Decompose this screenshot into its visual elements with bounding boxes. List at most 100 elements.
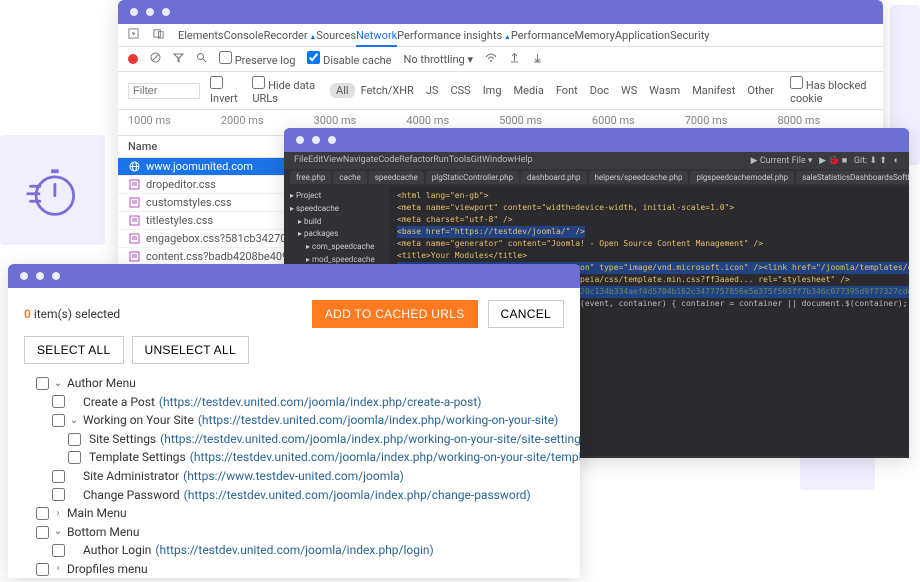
ide-menu-file[interactable]: File <box>294 155 308 165</box>
ide-menu-run[interactable]: Run <box>433 155 448 165</box>
node-checkbox[interactable] <box>52 470 65 483</box>
add-to-cached-button[interactable]: ADD TO CACHED URLS <box>312 300 478 328</box>
menu-node[interactable]: Template Settings (https://testdev.unite… <box>36 448 564 467</box>
filter-icon[interactable] <box>173 52 184 66</box>
filter-type-media[interactable]: Media <box>508 83 550 98</box>
tree-item[interactable]: ▸ build <box>290 216 383 229</box>
devtools-tab-sources[interactable]: Sources <box>316 26 356 45</box>
wifi-icon[interactable] <box>485 52 497 66</box>
menu-node[interactable]: Site Administrator (https://www.testdev-… <box>36 467 564 486</box>
disable-cache-checkbox[interactable]: Disable cache <box>307 51 391 67</box>
node-checkbox[interactable] <box>68 451 81 464</box>
window-dot[interactable] <box>328 136 336 144</box>
node-checkbox[interactable] <box>52 395 65 408</box>
ide-menu-navigate[interactable]: Navigate <box>343 155 378 165</box>
devtools-tab-application[interactable]: Application <box>615 26 670 45</box>
filter-type-wasm[interactable]: Wasm <box>643 83 686 98</box>
ide-menu-tools[interactable]: Tools <box>449 155 471 165</box>
record-icon[interactable] <box>128 54 138 64</box>
window-dot[interactable] <box>312 136 320 144</box>
filter-type-all[interactable]: All <box>330 83 355 98</box>
ide-menu-window[interactable]: Window <box>482 155 514 165</box>
select-all-button[interactable]: SELECT ALL <box>24 336 124 364</box>
filter-type-img[interactable]: Img <box>477 83 508 98</box>
node-checkbox[interactable] <box>36 563 49 576</box>
menu-node[interactable]: ⌄Author Menu <box>36 374 564 393</box>
devtools-tab-elements[interactable]: Elements <box>178 26 224 45</box>
cancel-button[interactable]: CANCEL <box>488 300 564 328</box>
tree-item[interactable]: ▸ packages <box>290 228 383 241</box>
editor-tab[interactable]: dashboard.php <box>521 171 586 184</box>
ide-menu-help[interactable]: Help <box>514 155 532 165</box>
filter-type-ws[interactable]: WS <box>615 83 643 98</box>
editor-tab[interactable]: cache <box>333 171 366 184</box>
filter-type-doc[interactable]: Doc <box>584 83 615 98</box>
tree-item[interactable]: ▸ speedcache <box>290 203 383 216</box>
titlebar[interactable] <box>118 0 883 24</box>
chevron-down-icon[interactable]: ⌄ <box>53 376 63 392</box>
chevron-right-icon[interactable]: › <box>53 506 63 522</box>
chevron-down-icon[interactable]: ⌄ <box>53 524 63 540</box>
editor-tab[interactable]: helpers/speedcache.php <box>589 171 689 184</box>
node-checkbox[interactable] <box>36 377 49 390</box>
hide-dataurls-checkbox[interactable]: Hide data URLs <box>252 76 320 105</box>
filter-type-font[interactable]: Font <box>550 83 584 98</box>
tree-item[interactable]: ▸ com_speedcache <box>290 241 383 254</box>
ide-menu-code[interactable]: Code <box>378 155 399 165</box>
devtools-tab-memory[interactable]: Memory <box>574 26 614 45</box>
devtools-tab-recorder[interactable]: Recorder ▲ <box>264 26 317 45</box>
window-dot[interactable] <box>162 8 170 16</box>
ide-menu-git[interactable]: Git <box>471 155 482 165</box>
throttling-select[interactable]: No throttling ▾ <box>404 53 473 66</box>
devtools-tab-network[interactable]: Network <box>356 26 397 47</box>
editor-tab[interactable]: speedcache <box>369 171 424 184</box>
window-dot[interactable] <box>20 272 28 280</box>
upload-icon[interactable] <box>509 52 520 66</box>
filter-type-css[interactable]: CSS <box>444 83 476 98</box>
blocked-cookies-checkbox[interactable]: Has blocked cookie <box>790 76 873 105</box>
titlebar[interactable] <box>8 264 580 288</box>
unselect-all-button[interactable]: UNSELECT ALL <box>132 336 249 364</box>
chevron-right-icon[interactable]: › <box>53 561 63 577</box>
node-checkbox[interactable] <box>52 414 65 427</box>
menu-node[interactable]: Change Password (https://testdev.united.… <box>36 486 564 505</box>
window-dot[interactable] <box>296 136 304 144</box>
node-checkbox[interactable] <box>68 433 81 446</box>
node-checkbox[interactable] <box>52 488 65 501</box>
node-checkbox[interactable] <box>36 526 49 539</box>
invert-checkbox[interactable]: Invert <box>210 76 242 105</box>
editor-tab[interactable]: plgspeedcachemodel.php <box>690 171 794 184</box>
filter-type-manifest[interactable]: Manifest <box>686 83 741 98</box>
devtools-tab-console[interactable]: Console <box>224 26 264 45</box>
menu-node[interactable]: Author Login (https://testdev.united.com… <box>36 541 564 560</box>
tree-item[interactable]: ▸ Project <box>290 190 383 203</box>
menu-node[interactable]: ⌄Bottom Menu <box>36 523 564 542</box>
devtools-tab-performance[interactable]: Performance <box>511 26 575 45</box>
editor-tab[interactable]: plgStaticController.php <box>426 171 519 184</box>
node-checkbox[interactable] <box>52 544 65 557</box>
devtools-tab-security[interactable]: Security <box>670 26 709 45</box>
window-dot[interactable] <box>130 8 138 16</box>
titlebar[interactable] <box>284 128 909 152</box>
menu-node[interactable]: Create a Post (https://testdev.united.co… <box>36 393 564 412</box>
devtools-tab-performance-insights[interactable]: Performance insights ▲ <box>397 26 511 45</box>
inspect-icon[interactable] <box>128 28 139 42</box>
menu-node[interactable]: ›Main Menu <box>36 504 564 523</box>
menu-node[interactable]: Site Settings (https://testdev.united.co… <box>36 430 564 449</box>
download-icon[interactable] <box>532 52 543 66</box>
device-icon[interactable] <box>153 28 164 42</box>
menu-node[interactable]: ›Dropfiles menu <box>36 560 564 578</box>
ide-menu-refactor[interactable]: Refactor <box>399 155 433 165</box>
chevron-down-icon[interactable]: ⌄ <box>69 413 79 429</box>
editor-tab[interactable]: saleStatisticsDashboardsSoftNoMime.php <box>796 171 909 184</box>
preserve-log-checkbox[interactable]: Preserve log <box>219 51 295 67</box>
filter-input[interactable] <box>128 83 200 99</box>
filter-type-js[interactable]: JS <box>420 83 445 98</box>
search-icon[interactable] <box>196 52 207 66</box>
node-checkbox[interactable] <box>36 507 49 520</box>
ide-menu-edit[interactable]: Edit <box>308 155 323 165</box>
run-config[interactable]: ▶ Current File ▾ ▶ 🐞 ■ Git: ⬇ ⬆ ◐ <box>751 155 899 166</box>
editor-tab[interactable]: free.php <box>290 171 331 184</box>
ide-menu-view[interactable]: View <box>323 155 342 165</box>
window-dot[interactable] <box>36 272 44 280</box>
